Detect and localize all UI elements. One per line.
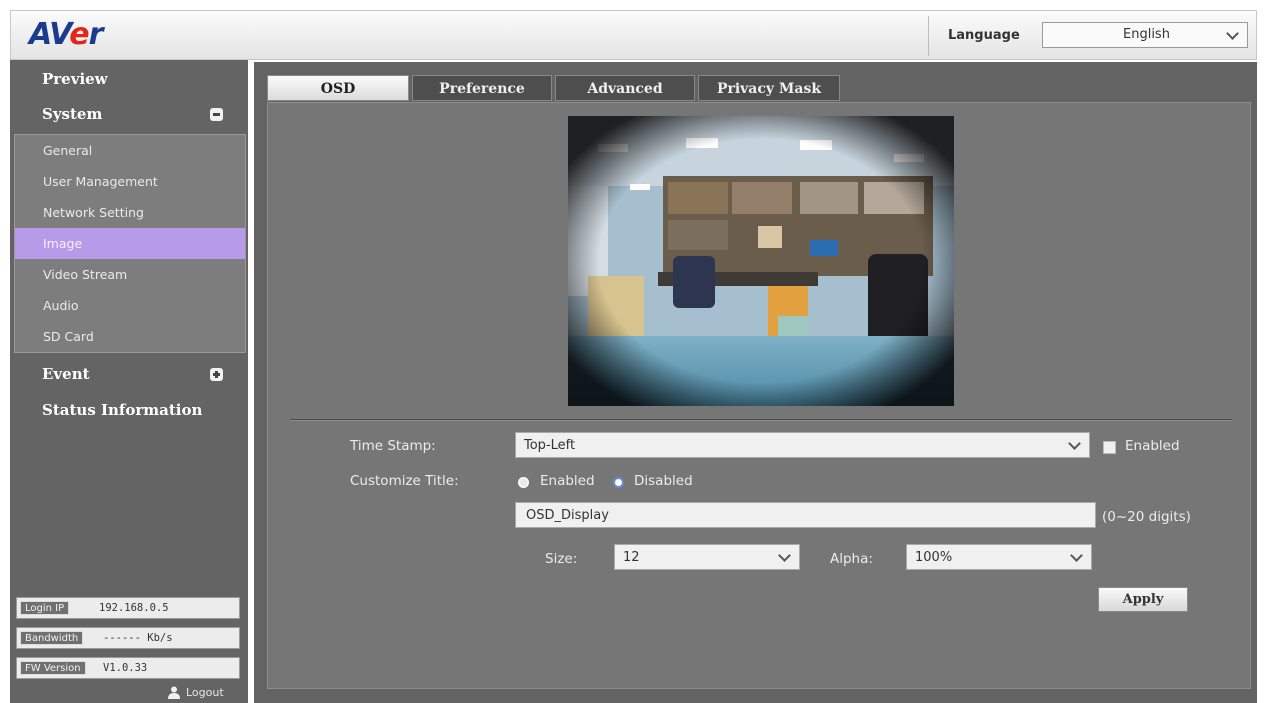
alpha-select[interactable]: 100% [906,544,1092,570]
nav-preview[interactable]: Preview [10,62,248,96]
sidebar-item-label: Video Stream [43,267,128,282]
time-stamp-enabled-checkbox[interactable] [1103,441,1116,454]
nav-system[interactable]: System [10,97,248,131]
size-value: 12 [623,550,640,565]
aver-logo: AVer [29,17,103,52]
tab-osd-label: OSD [320,81,356,97]
chevron-down-icon [1068,437,1081,450]
title-enabled-radio[interactable] [518,477,529,488]
tab-preference-label: Preference [439,81,525,97]
chevron-down-icon [1070,549,1083,562]
sidebar: Preview System General User Management N… [10,60,248,703]
login-ip-value: 192.168.0.5 [99,602,169,614]
title-text-value: OSD_Display [526,508,609,523]
title-enabled-label: Enabled [540,473,595,489]
title-disabled-radio[interactable] [613,477,624,488]
nav-event[interactable]: Event [10,357,248,391]
sidebar-item-network-setting[interactable]: Network Setting [15,197,245,228]
bandwidth-box: Bandwidth ------ Kb/s [16,627,240,649]
chevron-down-icon [1226,27,1239,40]
sidebar-item-video-stream[interactable]: Video Stream [15,259,245,290]
nav-status-label: Status Information [42,401,203,419]
tab-privacy-mask[interactable]: Privacy Mask [698,75,840,101]
login-ip-tag: Login IP [20,601,70,615]
user-icon [168,686,180,699]
time-stamp-label: Time Stamp: [350,438,436,454]
language-label: Language [948,28,1020,43]
time-stamp-value: Top-Left [524,438,576,453]
sidebar-item-image[interactable]: Image [15,228,245,259]
size-select[interactable]: 12 [614,544,800,570]
tab-osd[interactable]: OSD [267,75,409,101]
sidebar-item-label: Audio [43,298,79,313]
fw-version-box: FW Version V1.0.33 [16,657,240,679]
tab-privacy-mask-label: Privacy Mask [716,81,822,97]
alpha-label: Alpha: [830,551,873,567]
time-stamp-select[interactable]: Top-Left [515,432,1090,458]
sidebar-item-audio[interactable]: Audio [15,290,245,321]
title-disabled-label: Disabled [634,473,693,489]
header-divider [928,16,929,56]
nav-system-label: System [42,105,103,123]
camera-preview [568,116,954,406]
tab-advanced-label: Advanced [587,81,663,97]
language-select[interactable]: English [1042,22,1248,48]
main-content: OSD Preference Advanced Privacy Mask Tim… [254,62,1257,703]
nav-status-information[interactable]: Status Information [10,393,248,427]
language-value: English [1123,27,1170,42]
system-submenu: General User Management Network Setting … [14,134,246,353]
bandwidth-value: ------ Kb/s [103,632,173,644]
fw-version-tag: FW Version [20,661,86,675]
apply-button[interactable]: Apply [1098,587,1188,612]
nav-preview-label: Preview [42,70,108,88]
chevron-down-icon [778,549,791,562]
collapse-icon[interactable] [210,108,223,121]
customize-title-label: Customize Title: [350,473,459,489]
alpha-value: 100% [915,550,953,565]
expand-icon[interactable] [210,368,223,381]
time-stamp-enabled-label: Enabled [1125,438,1180,454]
bandwidth-tag: Bandwidth [20,631,84,645]
login-ip-box: Login IP 192.168.0.5 [16,597,240,619]
sidebar-item-label: SD Card [43,329,94,344]
tab-advanced[interactable]: Advanced [555,75,695,101]
osd-panel: Time Stamp: Top-Left Enabled Customize T… [267,102,1251,689]
section-divider [290,419,1232,421]
sidebar-item-label: Image [43,236,83,251]
header-bar: AVer Language English [10,10,1257,60]
sidebar-item-user-management[interactable]: User Management [15,166,245,197]
sidebar-item-label: Network Setting [43,205,144,220]
title-hint: (0~20 digits) [1102,509,1191,525]
sidebar-item-label: General [43,143,93,158]
sidebar-item-general[interactable]: General [15,135,245,166]
nav-event-label: Event [42,365,90,383]
sidebar-item-sd-card[interactable]: SD Card [15,321,245,352]
tab-preference[interactable]: Preference [412,75,552,101]
size-label: Size: [545,551,578,567]
logout-link[interactable]: Logout [186,686,224,699]
sidebar-item-label: User Management [43,174,158,189]
title-text-input[interactable]: OSD_Display [515,502,1096,528]
apply-button-label: Apply [1122,592,1164,607]
fw-version-value: V1.0.33 [103,662,148,674]
